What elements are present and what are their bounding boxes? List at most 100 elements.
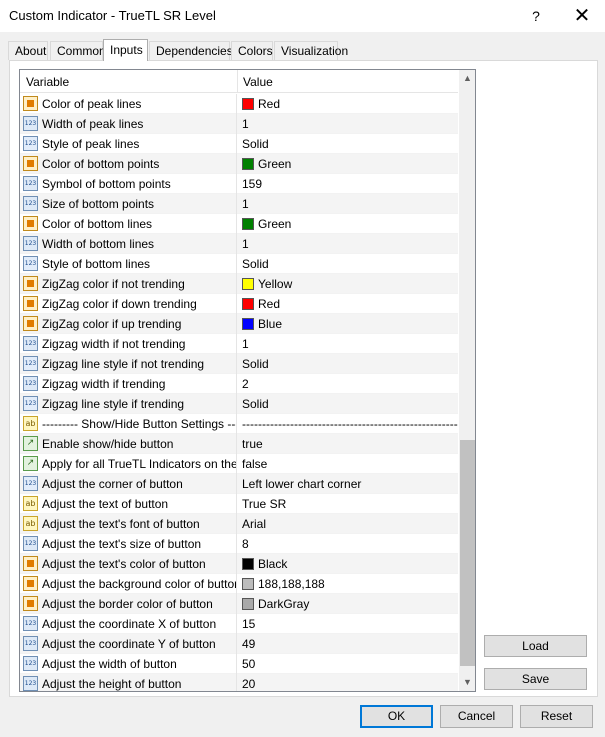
- variable-cell[interactable]: ↗ Enable show/hide button: [20, 434, 237, 454]
- variable-cell[interactable]: 123 Zigzag line style if not trending: [20, 354, 237, 374]
- table-row[interactable]: ZigZag color if not trending Yellow: [20, 274, 458, 294]
- variable-cell[interactable]: ZigZag color if not trending: [20, 274, 237, 294]
- variable-cell[interactable]: 123 Zigzag width if trending: [20, 374, 237, 394]
- variable-cell[interactable]: 123 Zigzag line style if trending: [20, 394, 237, 414]
- variable-cell[interactable]: 123 Adjust the text's size of button: [20, 534, 237, 554]
- variable-cell[interactable]: 123 Adjust the corner of button: [20, 474, 237, 494]
- variable-cell[interactable]: ab Adjust the text of button: [20, 494, 237, 514]
- scroll-up-icon[interactable]: ▲: [459, 70, 475, 87]
- save-button[interactable]: Save: [484, 668, 587, 690]
- value-cell[interactable]: 1: [238, 194, 458, 214]
- table-row[interactable]: Color of bottom lines Green: [20, 214, 458, 234]
- variable-cell[interactable]: 123 Adjust the coordinate Y of button: [20, 634, 237, 654]
- tab-inputs[interactable]: Inputs: [103, 39, 148, 61]
- variable-cell[interactable]: 123 Width of peak lines: [20, 114, 237, 134]
- variable-cell[interactable]: 123 Zigzag width if not trending: [20, 334, 237, 354]
- table-row[interactable]: 123 Width of bottom lines 1: [20, 234, 458, 254]
- value-cell[interactable]: 1: [238, 234, 458, 254]
- value-cell[interactable]: ----------------------------------------…: [238, 414, 458, 434]
- variable-cell[interactable]: ZigZag color if down trending: [20, 294, 237, 314]
- tab-colors[interactable]: Colors: [231, 41, 273, 60]
- variable-cell[interactable]: Adjust the text's color of button: [20, 554, 237, 574]
- close-icon[interactable]: ✕: [559, 0, 605, 32]
- table-row[interactable]: 123 Zigzag line style if not trending Soli…: [20, 354, 458, 374]
- variable-cell[interactable]: ab Adjust the text's font of button: [20, 514, 237, 534]
- value-cell[interactable]: 2: [238, 374, 458, 394]
- variable-cell[interactable]: 123 Adjust the height of button: [20, 674, 237, 691]
- scroll-thumb[interactable]: [460, 440, 475, 666]
- value-cell[interactable]: 1: [238, 114, 458, 134]
- table-row[interactable]: ab --------- Show/Hide Button Settings --…: [20, 414, 458, 434]
- value-cell[interactable]: Arial: [238, 514, 458, 534]
- table-row[interactable]: 123 Zigzag line style if trending Solid: [20, 394, 458, 414]
- value-cell[interactable]: DarkGray: [238, 594, 458, 614]
- grid-scrollbar[interactable]: ▲ ▼: [459, 70, 475, 691]
- tab-visualization[interactable]: Visualization: [274, 41, 348, 60]
- variable-cell[interactable]: 123 Style of peak lines: [20, 134, 237, 154]
- value-cell[interactable]: 8: [238, 534, 458, 554]
- tab-about[interactable]: About: [8, 41, 48, 60]
- table-row[interactable]: ab Adjust the text of button True SR: [20, 494, 458, 514]
- variable-cell[interactable]: Adjust the border color of button: [20, 594, 237, 614]
- column-header-variable[interactable]: Variable: [26, 75, 69, 89]
- tab-common[interactable]: Common: [50, 41, 106, 60]
- help-icon[interactable]: ?: [513, 0, 559, 32]
- variable-cell[interactable]: 123 Width of bottom lines: [20, 234, 237, 254]
- value-cell[interactable]: True SR: [238, 494, 458, 514]
- table-row[interactable]: ↗ Enable show/hide button true: [20, 434, 458, 454]
- variable-cell[interactable]: Color of bottom points: [20, 154, 237, 174]
- value-cell[interactable]: Solid: [238, 354, 458, 374]
- value-cell[interactable]: true: [238, 434, 458, 454]
- variable-cell[interactable]: 123 Style of bottom lines: [20, 254, 237, 274]
- variable-cell[interactable]: 123 Size of bottom points: [20, 194, 237, 214]
- table-row[interactable]: 123 Adjust the coordinate X of button 15: [20, 614, 458, 634]
- value-cell[interactable]: Yellow: [238, 274, 458, 294]
- variable-cell[interactable]: Adjust the background color of button: [20, 574, 237, 594]
- column-header-value[interactable]: Value: [243, 75, 273, 89]
- value-cell[interactable]: Green: [238, 214, 458, 234]
- value-cell[interactable]: 1: [238, 334, 458, 354]
- table-row[interactable]: 123 Adjust the text's size of button 8: [20, 534, 458, 554]
- table-row[interactable]: 123 Zigzag width if not trending 1: [20, 334, 458, 354]
- variable-cell[interactable]: 123 Symbol of bottom points: [20, 174, 237, 194]
- value-cell[interactable]: Solid: [238, 394, 458, 414]
- value-cell[interactable]: Green: [238, 154, 458, 174]
- variable-cell[interactable]: 123 Adjust the coordinate X of button: [20, 614, 237, 634]
- table-row[interactable]: Color of bottom points Green: [20, 154, 458, 174]
- variable-cell[interactable]: ZigZag color if up trending: [20, 314, 237, 334]
- value-cell[interactable]: Solid: [238, 254, 458, 274]
- variable-cell[interactable]: Color of peak lines: [20, 94, 237, 114]
- table-row[interactable]: Adjust the background color of button 188…: [20, 574, 458, 594]
- value-cell[interactable]: Red: [238, 94, 458, 114]
- value-cell[interactable]: 15: [238, 614, 458, 634]
- value-cell[interactable]: 188,188,188: [238, 574, 458, 594]
- value-cell[interactable]: 159: [238, 174, 458, 194]
- table-row[interactable]: 123 Adjust the coordinate Y of button 49: [20, 634, 458, 654]
- value-cell[interactable]: Solid: [238, 134, 458, 154]
- value-cell[interactable]: 50: [238, 654, 458, 674]
- variable-cell[interactable]: ↗ Apply for all TrueTL Indicators on the …: [20, 454, 237, 474]
- table-row[interactable]: ZigZag color if down trending Red: [20, 294, 458, 314]
- table-row[interactable]: 123 Symbol of bottom points 159: [20, 174, 458, 194]
- table-row[interactable]: 123 Size of bottom points 1: [20, 194, 458, 214]
- value-cell[interactable]: Left lower chart corner: [238, 474, 458, 494]
- load-button[interactable]: Load: [484, 635, 587, 657]
- reset-button[interactable]: Reset: [520, 705, 593, 728]
- value-cell[interactable]: Black: [238, 554, 458, 574]
- variable-cell[interactable]: 123 Adjust the width of button: [20, 654, 237, 674]
- value-cell[interactable]: Red: [238, 294, 458, 314]
- scroll-down-icon[interactable]: ▼: [459, 674, 475, 691]
- table-row[interactable]: 123 Style of bottom lines Solid: [20, 254, 458, 274]
- tab-dependencies[interactable]: Dependencies: [149, 41, 233, 60]
- table-row[interactable]: Color of peak lines Red: [20, 94, 458, 114]
- table-row[interactable]: ZigZag color if up trending Blue: [20, 314, 458, 334]
- ok-button[interactable]: OK: [360, 705, 433, 728]
- table-row[interactable]: 123 Adjust the height of button 20: [20, 674, 458, 691]
- variable-cell[interactable]: ab --------- Show/Hide Button Settings --…: [20, 414, 237, 434]
- table-row[interactable]: Adjust the text's color of button Black: [20, 554, 458, 574]
- table-row[interactable]: Adjust the border color of button DarkGra…: [20, 594, 458, 614]
- table-row[interactable]: 123 Adjust the corner of button Left lower…: [20, 474, 458, 494]
- value-cell[interactable]: Blue: [238, 314, 458, 334]
- cancel-button[interactable]: Cancel: [440, 705, 513, 728]
- value-cell[interactable]: 20: [238, 674, 458, 691]
